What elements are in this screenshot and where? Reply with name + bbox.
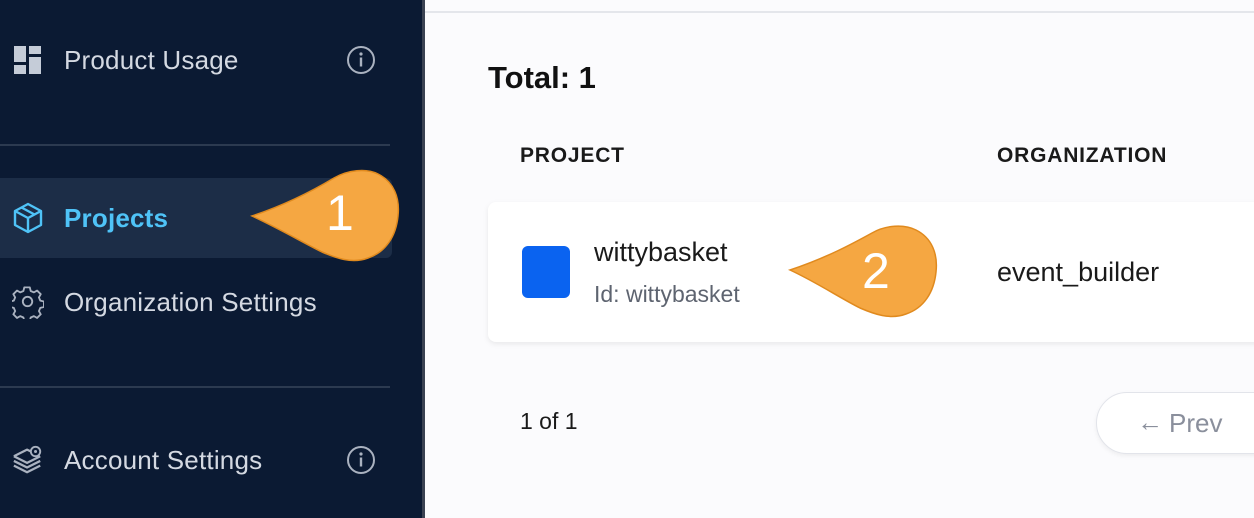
pagination-status: 1 of 1 — [520, 408, 578, 434]
organization-name: event_builder — [997, 257, 1160, 287]
project-color-swatch — [522, 246, 570, 298]
prev-button-label: Prev — [1169, 408, 1223, 438]
sidebar-border — [422, 0, 425, 518]
info-icon[interactable] — [346, 45, 376, 75]
sidebar-item-label: Product Usage — [64, 44, 239, 75]
prev-page-button[interactable]: ← Prev — [1096, 392, 1254, 454]
sidebar-item-product-usage[interactable]: Product Usage — [0, 20, 392, 100]
sidebar-item-label: Organization Settings — [64, 286, 317, 317]
sidebar-item-account-settings[interactable]: Account Settings — [0, 420, 392, 500]
layers-gear-icon — [12, 444, 44, 476]
sidebar-divider — [0, 386, 390, 388]
cube-icon — [12, 202, 44, 234]
info-icon[interactable] — [346, 445, 376, 475]
sidebar-item-organization-settings[interactable]: Organization Settings — [0, 262, 392, 342]
sidebar-divider — [0, 144, 390, 146]
arrow-left-icon: ← — [1137, 407, 1163, 437]
dashboard-icon — [12, 44, 44, 76]
callout-number-2: 2 — [862, 243, 890, 299]
gear-icon — [12, 286, 44, 319]
callout-number-1: 1 — [326, 185, 354, 241]
project-name[interactable]: wittybasket — [594, 237, 728, 268]
sidebar-item-label: Projects — [64, 202, 169, 233]
project-id: Id: wittybasket — [594, 281, 740, 307]
column-header-project[interactable]: PROJECT — [520, 144, 625, 168]
callout-marker-1 — [249, 169, 400, 262]
header-divider — [425, 11, 1254, 13]
column-header-organization[interactable]: ORGANIZATION — [997, 144, 1167, 168]
total-count: Total: 1 — [488, 60, 596, 95]
sidebar-item-label: Account Settings — [64, 444, 263, 475]
